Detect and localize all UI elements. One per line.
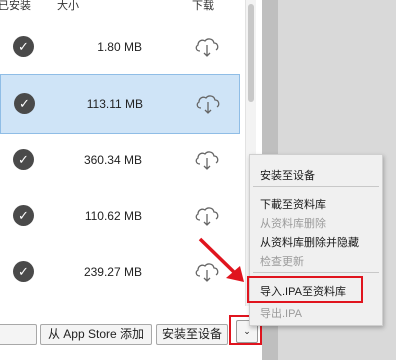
app-size: 239.27 MB <box>83 265 142 279</box>
menu-item-check-updates: 检查更新 <box>260 256 304 268</box>
app-size: 360.34 MB <box>83 153 142 167</box>
cloud-download-icon[interactable] <box>194 149 220 171</box>
list-header: 已安装 大小 下载 <box>0 0 245 14</box>
column-header-installed[interactable]: 已安装 <box>0 0 31 13</box>
cloud-download-icon[interactable] <box>195 93 221 115</box>
menu-separator <box>253 186 379 187</box>
toolbar-left-button[interactable] <box>0 324 37 345</box>
menu-item-export-ipa: 导出.IPA <box>260 308 302 320</box>
check-circle-icon: ✓ <box>13 36 34 57</box>
app-size: 110.62 MB <box>84 209 142 223</box>
cloud-download-icon[interactable] <box>194 36 220 58</box>
menu-item-download-to-library[interactable]: 下載至资料库 <box>260 196 326 212</box>
check-circle-icon: ✓ <box>14 93 35 114</box>
check-circle-icon: ✓ <box>13 205 34 226</box>
table-row[interactable]: ✓ 360.34 MB <box>0 130 240 190</box>
check-circle-icon: ✓ <box>13 149 34 170</box>
column-header-download[interactable]: 下载 <box>192 0 214 13</box>
menu-separator <box>253 272 379 273</box>
check-circle-icon: ✓ <box>13 261 34 282</box>
app-size: 113.11 MB <box>86 97 143 111</box>
table-row[interactable]: ✓ 1.80 MB <box>0 17 240 77</box>
red-arrow-icon <box>198 237 244 282</box>
app-size: 1.80 MB <box>97 40 142 54</box>
column-header-size[interactable]: 大小 <box>57 0 79 13</box>
table-row[interactable]: ✓ 113.11 MB <box>0 74 240 134</box>
app-list-pane: 已安装 大小 下载 ✓ 1.80 MB ✓ 113.11 MB ✓ 360.34… <box>0 0 262 360</box>
cloud-download-icon[interactable] <box>194 205 220 227</box>
install-to-device-button[interactable]: 安装至设备 <box>156 324 228 345</box>
scrollbar-thumb[interactable] <box>248 4 254 102</box>
highlight-import-ipa <box>247 276 363 303</box>
add-from-appstore-button[interactable]: 从 App Store 添加 <box>40 324 152 345</box>
menu-item-delete-and-hide[interactable]: 从资料库删除并隐藏 <box>260 234 359 250</box>
menu-item-delete-from-library: 从资料库删除 <box>260 218 326 230</box>
menu-item-install-to-device[interactable]: 安装至设备 <box>260 167 315 183</box>
